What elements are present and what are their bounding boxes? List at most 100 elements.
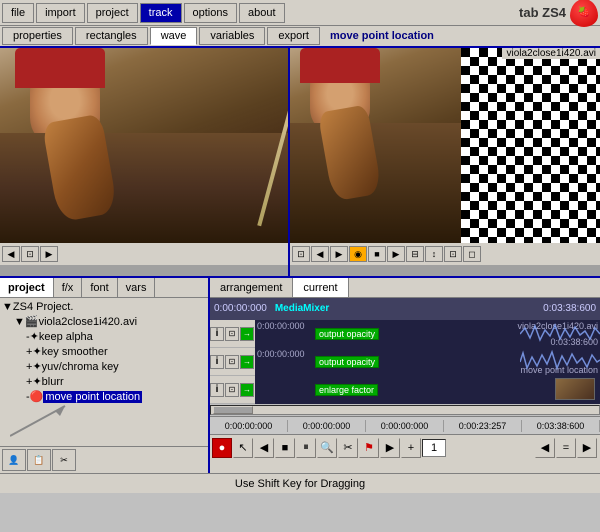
- right-tab-arrangement[interactable]: arrangement: [210, 278, 293, 297]
- menu-project[interactable]: project: [87, 3, 138, 23]
- right-ctrl-1[interactable]: ⊡: [292, 246, 310, 262]
- left-panel: project f/x font vars ▼ ZS4 Project. ▼ 🎬…: [0, 278, 210, 473]
- right-panel: arrangement current 0:00:00:000 MediaMix…: [210, 278, 600, 473]
- track-2-btn2[interactable]: ⊡: [225, 355, 239, 369]
- right-ctrl-8[interactable]: ↕: [425, 246, 443, 262]
- scrollbar-thumb[interactable]: [213, 406, 253, 414]
- nav-next-btn[interactable]: ▶: [577, 438, 597, 458]
- track-row-1: i ⊡ → 0:00:00:000 viola2close1i420.avi 0…: [210, 320, 600, 348]
- left-panel-bottom-icons: 👤 📋 ✂: [0, 446, 208, 473]
- ruler-1: 0:00:00:000: [288, 420, 366, 432]
- right-ctrl-9[interactable]: ⊡: [444, 246, 462, 262]
- left-tab-fx[interactable]: f/x: [54, 278, 83, 297]
- video-left-controls: ◀ ⊡ ▶: [0, 243, 288, 265]
- track-0-label[interactable]: MediaMixer: [275, 303, 329, 314]
- track-3-btn2[interactable]: ⊡: [225, 383, 239, 397]
- track-1-btn3[interactable]: →: [240, 327, 254, 341]
- tree-label-avi[interactable]: viola2close1i420.avi: [39, 316, 137, 328]
- pause-btn[interactable]: ⏸: [296, 438, 316, 458]
- tree-expand-root[interactable]: ▼: [2, 301, 13, 313]
- track-1-pill[interactable]: output opacity: [315, 328, 379, 340]
- tree-label-root[interactable]: ZS4 Project.: [13, 301, 74, 313]
- tab-export[interactable]: export: [267, 27, 320, 45]
- scrollbar-track[interactable]: [210, 405, 600, 415]
- track-1-info[interactable]: i: [210, 327, 224, 341]
- tree-icon-blurr: ✦: [32, 375, 41, 388]
- video-right-label: viola2close1i420.avi: [502, 48, 600, 59]
- track-row-0: 0:00:00:000 MediaMixer 0:03:38:600: [210, 298, 600, 320]
- left-tab-font[interactable]: font: [82, 278, 117, 297]
- tree-expand-avi[interactable]: ▼: [14, 316, 25, 328]
- track-1-start: 0:00:00:000: [257, 321, 305, 331]
- track-3-btn3[interactable]: →: [240, 383, 254, 397]
- track-3-pill[interactable]: enlarge factor: [315, 384, 378, 396]
- diagonal-arrow-icon: [10, 401, 70, 441]
- tab-current-title: move point location: [322, 29, 442, 43]
- zoom-btn[interactable]: 🔍: [317, 438, 337, 458]
- track-content-0: 0:00:00:000 MediaMixer 0:03:38:600: [210, 298, 600, 320]
- right-ff-btn[interactable]: ▶: [387, 246, 405, 262]
- right-tab-bar: arrangement current: [210, 278, 600, 298]
- video-right-panel: viola2close1i420.avi ⊡ ◀ ▶ ◉ ■ ▶: [290, 48, 600, 276]
- add-btn[interactable]: +: [401, 438, 421, 458]
- record-btn[interactable]: ●: [212, 438, 232, 458]
- left-icon-1[interactable]: 👤: [2, 449, 26, 471]
- tab-variables[interactable]: variables: [199, 27, 265, 45]
- transport-bar: ● ↖ ◀ ■ ⏸ 🔍 ✂ ⚑ ▶ + ◀ = ▶: [210, 434, 600, 460]
- track-3-info[interactable]: i: [210, 383, 224, 397]
- right-ctrl-7[interactable]: ⊟: [406, 246, 424, 262]
- left-tab-bar: project f/x font vars: [0, 278, 208, 298]
- track-2-pill[interactable]: output opacity: [315, 356, 379, 368]
- right-marker-btn[interactable]: ◉: [349, 246, 367, 262]
- ruler-0: 0:00:00:000: [210, 420, 288, 432]
- right-stop-btn[interactable]: ■: [368, 246, 386, 262]
- left-tab-vars[interactable]: vars: [118, 278, 156, 297]
- menu-file[interactable]: file: [2, 3, 34, 23]
- cursor-btn[interactable]: ↖: [233, 438, 253, 458]
- left-icon-3[interactable]: ✂: [52, 449, 76, 471]
- tree-label-chromakey[interactable]: yuv/chroma key: [42, 361, 119, 373]
- prev-frame-btn[interactable]: ◀: [2, 246, 20, 262]
- tree-label-keepalpha[interactable]: keep alpha: [39, 331, 93, 343]
- tree-item-root: ▼ ZS4 Project.: [2, 300, 206, 314]
- stop-btn[interactable]: ■: [275, 438, 295, 458]
- status-bar: Use Shift Key for Dragging: [0, 473, 600, 493]
- go-marker-btn[interactable]: ▶: [380, 438, 400, 458]
- tab-properties[interactable]: properties: [2, 27, 73, 45]
- time-ruler: 0:00:00:000 0:00:00:000 0:00:00:000 0:00…: [210, 416, 600, 434]
- tree-icon-avi: 🎬: [25, 315, 39, 328]
- video-left-panel: ◀ ⊡ ▶: [0, 48, 290, 276]
- nav-line-btn[interactable]: =: [556, 438, 576, 458]
- tree-icon-chromakey: ✦: [32, 360, 41, 373]
- snapshot-btn[interactable]: ⊡: [21, 246, 39, 262]
- track-content-2: 0:00:00:000 move point location output o…: [255, 348, 600, 376]
- right-prev-btn[interactable]: ◀: [311, 246, 329, 262]
- counter-input[interactable]: [422, 439, 446, 457]
- menu-track[interactable]: track: [140, 3, 182, 23]
- right-ctrl-10[interactable]: ◻: [463, 246, 481, 262]
- trim-btn[interactable]: ✂: [338, 438, 358, 458]
- left-tab-project[interactable]: project: [0, 278, 54, 297]
- menu-about[interactable]: about: [239, 3, 285, 23]
- rewind-btn[interactable]: ◀: [254, 438, 274, 458]
- track-content-1: 0:00:00:000 viola2close1i420.avi 0:03:38…: [255, 320, 600, 348]
- tree-label-keysmoother[interactable]: key smoother: [42, 346, 108, 358]
- tree-label-blurr[interactable]: blurr: [42, 376, 64, 388]
- menu-options[interactable]: options: [184, 3, 237, 23]
- tab-wave[interactable]: wave: [150, 27, 198, 45]
- next-frame-btn[interactable]: ▶: [40, 246, 58, 262]
- track-content-3: enlarge factor: [255, 376, 600, 404]
- strawberry-icon: 🍓: [570, 0, 598, 27]
- tab-rectangles[interactable]: rectangles: [75, 27, 148, 45]
- timeline-scrollbar[interactable]: [210, 404, 600, 416]
- right-play-btn[interactable]: ▶: [330, 246, 348, 262]
- right-tab-current[interactable]: current: [293, 278, 348, 297]
- track-2-btn3[interactable]: →: [240, 355, 254, 369]
- marker-btn[interactable]: ⚑: [359, 438, 379, 458]
- track-1-btn2[interactable]: ⊡: [225, 327, 239, 341]
- menu-import[interactable]: import: [36, 3, 85, 23]
- left-icon-2[interactable]: 📋: [27, 449, 51, 471]
- nav-prev-btn[interactable]: ◀: [535, 438, 555, 458]
- main-tab-bar: properties rectangles wave variables exp…: [0, 26, 600, 48]
- track-2-info[interactable]: i: [210, 355, 224, 369]
